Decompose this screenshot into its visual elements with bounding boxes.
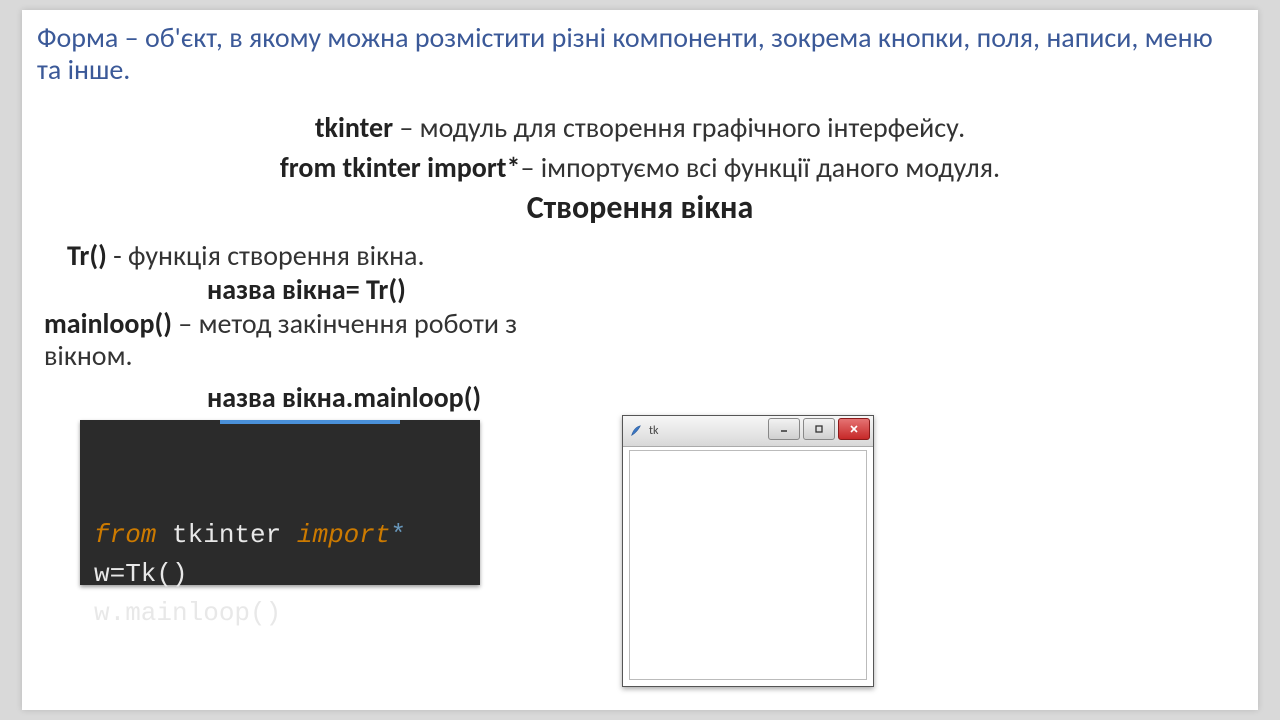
- slide: Форма – об'єкт, в якому можна розмістити…: [22, 10, 1258, 710]
- tkinter-rest: – модуль для створення графічного інтерф…: [393, 110, 965, 145]
- heading-create-window: Створення вікна: [22, 188, 1258, 227]
- tr-rest: - функція створення вікна.: [107, 238, 425, 273]
- tk-title-text: tk: [649, 424, 768, 438]
- tk-titlebar[interactable]: tk: [623, 416, 873, 447]
- keyword-from: from: [94, 520, 156, 550]
- window-name-assign: назва вікна= Tr(): [207, 272, 406, 307]
- keyword-import: import: [297, 520, 391, 550]
- mainloop-line: mainloop() – метод закінчення роботи з в…: [44, 308, 604, 372]
- tr-line: Tr() - функція створення вікна.: [67, 238, 425, 273]
- tk-window: tk: [622, 415, 874, 687]
- intro-blue: Форма – об'єкт, в якому можна розмістити…: [37, 20, 1213, 87]
- code-line-2: w=Tk(): [94, 559, 188, 589]
- import-bold: from tkinter import*: [280, 150, 521, 185]
- tkinter-line: tkinter – модуль для створення графічног…: [22, 110, 1258, 145]
- intro-text: Форма – об'єкт, в якому можна розмістити…: [37, 22, 1237, 86]
- tkinter-bold: tkinter: [315, 110, 393, 145]
- maximize-button[interactable]: [803, 418, 835, 440]
- import-rest: – імпортуємо всі функції даного модуля.: [520, 150, 1000, 185]
- tk-window-buttons: [768, 416, 873, 446]
- tr-bold: Tr(): [67, 238, 107, 273]
- close-button[interactable]: [838, 418, 870, 440]
- editor-tab-indicator: [220, 420, 400, 424]
- code-editor: from tkinter import* w=Tk() w.mainloop(): [80, 420, 480, 585]
- import-line: from tkinter import*– імпортуємо всі фун…: [22, 150, 1258, 185]
- mainloop-bold: mainloop(): [44, 306, 172, 341]
- tk-client-area: [629, 450, 867, 680]
- code-line-3: w.mainloop(): [94, 598, 281, 628]
- minimize-button[interactable]: [768, 418, 800, 440]
- module-name: tkinter: [156, 520, 296, 550]
- window-name-mainloop: назва вікна.mainloop(): [207, 380, 481, 415]
- import-star: *: [390, 520, 406, 550]
- tk-feather-icon: [629, 424, 643, 438]
